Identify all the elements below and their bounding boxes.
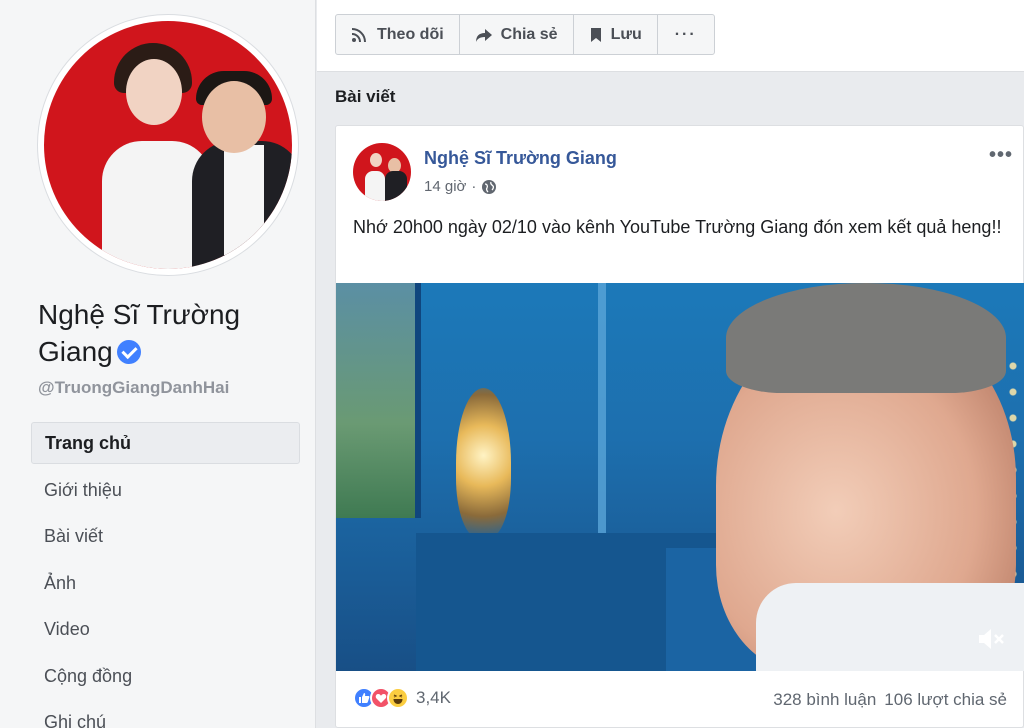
share-arrow-icon xyxy=(475,28,492,42)
section-title: Bài viết xyxy=(335,87,396,106)
share-button[interactable]: Chia sẻ xyxy=(460,15,574,54)
share-count[interactable]: 106 lượt chia sẻ xyxy=(884,690,1007,710)
post-avatar-face-1 xyxy=(370,153,382,167)
avatar-groom-face xyxy=(202,81,266,153)
rss-icon xyxy=(351,27,366,42)
comment-count[interactable]: 328 bình luận xyxy=(773,690,876,710)
nav-item-home[interactable]: Trang chủ xyxy=(31,422,300,464)
nav-item-notes[interactable]: Ghi chú xyxy=(31,701,300,728)
haha-reaction-icon xyxy=(387,687,409,709)
post-options-icon[interactable]: ••• xyxy=(989,144,1013,167)
profile-picture[interactable] xyxy=(44,21,292,269)
verified-badge-icon xyxy=(116,340,141,364)
post-timestamp[interactable]: 14 giờ xyxy=(424,178,466,195)
post-avatar-dress xyxy=(365,171,385,201)
nav-item-photos[interactable]: Ảnh xyxy=(31,562,300,609)
page-nav: Trang chủ Giới thiệu Bài viết Ảnh Video … xyxy=(31,422,300,728)
volume-muted-icon[interactable] xyxy=(975,623,1007,655)
meta-separator: · xyxy=(471,178,477,195)
globe-icon xyxy=(482,179,497,194)
post-author-name[interactable]: Nghệ Sĩ Trường Giang xyxy=(424,148,617,169)
video-bg-lamp xyxy=(456,388,511,538)
nav-item-videos[interactable]: Video xyxy=(31,608,300,655)
nav-item-community[interactable]: Cộng đồng xyxy=(31,655,300,702)
avatar-bride-face xyxy=(126,59,182,125)
video-person-hair xyxy=(726,283,1006,393)
reactions-summary[interactable]: 3,4K xyxy=(353,687,451,709)
post-author-avatar[interactable] xyxy=(353,143,411,201)
page-title[interactable]: Nghệ Sĩ Trường Giang xyxy=(38,296,298,370)
save-button[interactable]: Lưu xyxy=(574,15,658,54)
reaction-count: 3,4K xyxy=(416,688,451,707)
page-sidebar: Nghệ Sĩ Trường Giang @TruongGiangDanhHai… xyxy=(0,0,316,728)
post-body-text: Nhớ 20h00 ngày 02/10 vào kênh YouTube Tr… xyxy=(353,217,1002,237)
post-stats: 328 bình luận 106 lượt chia sẻ xyxy=(773,690,1007,710)
page-actions: Theo dõi Chia sẻ Lưu ··· xyxy=(335,14,715,55)
bookmark-icon xyxy=(590,27,601,42)
page-username[interactable]: @TruongGiangDanhHai xyxy=(38,378,229,398)
post-meta: 14 giờ · xyxy=(424,178,497,195)
post-avatar-suit xyxy=(385,171,407,201)
save-label: Lưu xyxy=(610,25,642,43)
share-label: Chia sẻ xyxy=(500,25,558,43)
nav-item-about[interactable]: Giới thiệu xyxy=(31,469,300,516)
post-video[interactable] xyxy=(336,283,1024,671)
post-card: Nghệ Sĩ Trường Giang 14 giờ · ••• Nhớ 20… xyxy=(335,125,1024,728)
avatar-groom-shirt xyxy=(224,145,264,255)
more-options-button[interactable]: ··· xyxy=(658,15,714,54)
page-actions-bar: Theo dõi Chia sẻ Lưu ··· xyxy=(317,0,1024,72)
follow-label: Theo dõi xyxy=(377,25,444,43)
follow-button[interactable]: Theo dõi xyxy=(336,15,460,54)
video-bg-screen xyxy=(336,283,421,518)
nav-item-posts[interactable]: Bài viết xyxy=(31,515,300,562)
